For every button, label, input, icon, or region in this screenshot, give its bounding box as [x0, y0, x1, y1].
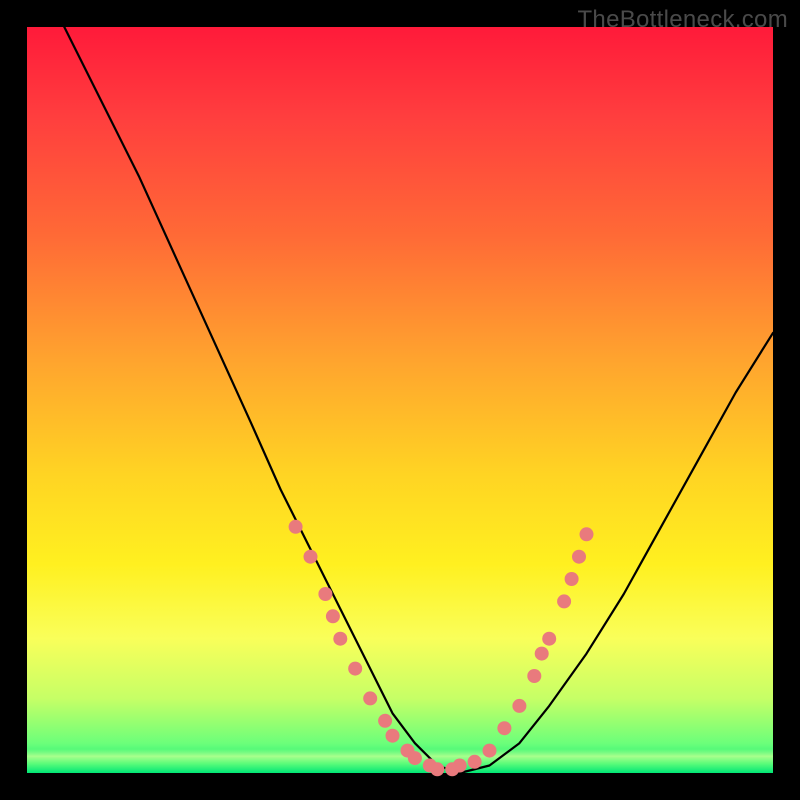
- chart-frame: TheBottleneck.com: [0, 0, 800, 800]
- data-marker: [326, 609, 340, 623]
- data-marker: [333, 632, 347, 646]
- data-marker: [289, 520, 303, 534]
- data-marker: [542, 632, 556, 646]
- data-marker: [408, 751, 422, 765]
- data-marker: [304, 550, 318, 564]
- curve-markers: [289, 520, 594, 777]
- data-marker: [483, 744, 497, 758]
- data-marker: [535, 647, 549, 661]
- data-marker: [468, 755, 482, 769]
- data-marker: [527, 669, 541, 683]
- data-marker: [430, 762, 444, 776]
- data-marker: [453, 759, 467, 773]
- data-marker: [565, 572, 579, 586]
- data-marker: [378, 714, 392, 728]
- data-marker: [580, 527, 594, 541]
- bottleneck-curve: [64, 27, 773, 773]
- plot-area: [27, 27, 773, 773]
- data-marker: [318, 587, 332, 601]
- data-marker: [386, 729, 400, 743]
- data-marker: [512, 699, 526, 713]
- data-marker: [363, 691, 377, 705]
- data-marker: [572, 550, 586, 564]
- chart-svg: [27, 27, 773, 773]
- data-marker: [348, 662, 362, 676]
- data-marker: [497, 721, 511, 735]
- data-marker: [557, 594, 571, 608]
